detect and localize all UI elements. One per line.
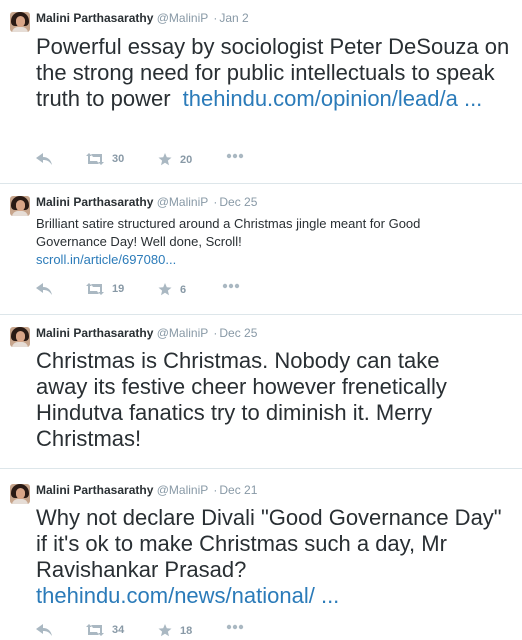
tweet-header: Malini Parthasarathy @MaliniP · Jan 2 [36,11,249,26]
tweet[interactable]: Malini Parthasarathy @MaliniP · Dec 25 Br… [0,184,522,314]
tweet-header: Malini Parthasarathy @MaliniP · Dec 21 [36,483,257,498]
favorite-button[interactable]: 6 [158,283,186,296]
favorite-icon [158,624,172,637]
tweet-body: Why not declare Divali "Good Governance … [36,505,502,582]
tweet-text: Powerful essay by sociologist Peter DeSo… [36,34,516,112]
tweet-text: Christmas is Christmas. Nobody can take … [36,348,496,452]
retweet-button[interactable]: 34 [86,624,124,636]
reply-button[interactable] [36,153,52,165]
avatar[interactable] [10,484,30,504]
tweet[interactable]: Malini Parthasarathy @MaliniP · Dec 25 Ch… [0,315,522,468]
avatar[interactable] [10,12,30,32]
tweet-date[interactable]: Jan 2 [219,11,248,25]
tweet-text: Brilliant satire structured around a Chr… [36,215,476,269]
favorite-button[interactable]: 20 [158,153,192,166]
reply-icon [36,153,52,165]
tweet-date[interactable]: Dec 21 [219,483,257,497]
tweet[interactable]: Malini Parthasarathy @MaliniP · Dec 21 Wh… [0,469,522,637]
reply-icon [36,624,52,636]
user-handle[interactable]: @MaliniP [157,11,208,25]
user-handle[interactable]: @MaliniP [157,326,208,340]
tweet-body: Christmas is Christmas. Nobody can take … [36,348,447,451]
retweet-icon [86,624,104,636]
user-name[interactable]: Malini Parthasarathy [36,195,153,209]
user-name[interactable]: Malini Parthasarathy [36,483,153,497]
avatar[interactable] [10,196,30,216]
tweet-header: Malini Parthasarathy @MaliniP · Dec 25 [36,326,257,341]
user-handle[interactable]: @MaliniP [157,195,208,209]
retweet-count: 34 [112,624,125,636]
tweet-link[interactable]: thehindu.com/opinion/lead/a ... [183,86,483,111]
tweet-header: Malini Parthasarathy @MaliniP · Dec 25 [36,195,257,210]
retweet-icon [86,153,104,165]
reply-icon [36,283,52,295]
tweet-link[interactable]: thehindu.com/news/national/ ... [36,583,339,608]
reply-button[interactable] [36,624,52,636]
favorite-icon [158,283,172,296]
tweet-date[interactable]: Dec 25 [219,326,257,340]
favorite-icon [158,153,172,166]
retweet-button[interactable]: 19 [86,283,124,295]
reply-button[interactable] [36,283,52,295]
more-icon [226,153,244,159]
user-handle[interactable]: @MaliniP [157,483,208,497]
user-name[interactable]: Malini Parthasarathy [36,326,153,340]
tweet-text: Why not declare Divali "Good Governance … [36,505,516,609]
more-button[interactable] [226,624,244,630]
more-icon [222,283,240,289]
tweet-link[interactable]: scroll.in/article/697080... [36,252,176,267]
avatar[interactable] [10,327,30,347]
user-name[interactable]: Malini Parthasarathy [36,11,153,25]
favorite-count: 6 [180,283,187,296]
more-button[interactable] [222,283,240,289]
retweet-icon [86,283,104,295]
retweet-count: 19 [112,283,125,295]
more-icon [226,624,244,630]
favorite-count: 20 [180,153,193,166]
tweet-body: Brilliant satire structured around a Chr… [36,216,421,249]
tweet-date[interactable]: Dec 25 [219,195,257,209]
tweet[interactable]: Malini Parthasarathy @MaliniP · Jan 2 Pow… [0,0,522,183]
retweet-button[interactable]: 30 [86,153,124,165]
favorite-button[interactable]: 18 [158,624,192,637]
more-button[interactable] [226,153,244,159]
retweet-count: 30 [112,153,125,165]
